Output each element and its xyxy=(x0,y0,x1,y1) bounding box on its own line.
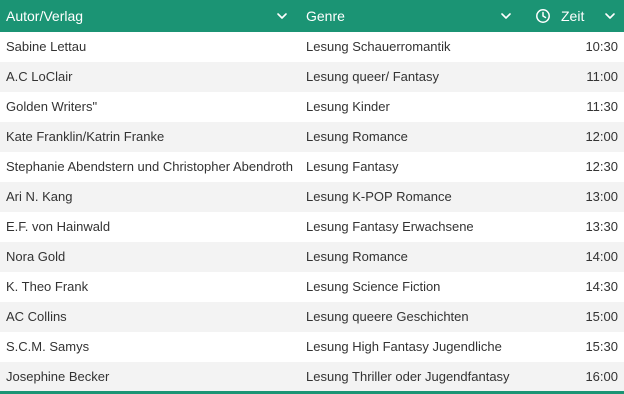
time-cell: 12:30 xyxy=(585,159,618,174)
time-cell: 13:30 xyxy=(585,219,618,234)
time-cell: 11:00 xyxy=(586,69,618,84)
genre-cell: Lesung High Fantasy Jugendliche xyxy=(306,339,502,354)
table-row: K. Theo Frank Lesung Science Fiction 14:30 xyxy=(0,272,624,302)
author-cell: Nora Gold xyxy=(6,249,66,264)
time-cell: 13:00 xyxy=(585,189,618,204)
table-row: Sabine Lettau Lesung Schauerromantik 10:30 xyxy=(0,32,624,62)
column-header-author-label: Autor/Verlag xyxy=(6,8,84,24)
author-cell: K. Theo Frank xyxy=(6,279,89,294)
column-header-time-label: Zeit xyxy=(561,8,585,24)
author-cell: Golden Writers" xyxy=(6,99,98,114)
table-row: Golden Writers" Lesung Kinder 11:30 xyxy=(0,92,624,122)
clock-icon xyxy=(536,9,550,23)
author-cell: Stephanie Abendstern und Christopher Abe… xyxy=(6,159,293,174)
time-cell: 10:30 xyxy=(585,39,618,54)
author-cell: Josephine Becker xyxy=(6,369,110,384)
genre-cell: Lesung queer/ Fantasy xyxy=(306,69,439,84)
genre-cell: Lesung Fantasy xyxy=(306,159,399,174)
time-cell: 16:00 xyxy=(585,369,618,384)
author-cell: S.C.M. Samys xyxy=(6,339,90,354)
time-cell: 14:30 xyxy=(585,279,618,294)
table-row: E.F. von Hainwald Lesung Fantasy Erwachse… xyxy=(0,212,624,242)
author-cell: A.C LoClair xyxy=(6,69,73,84)
column-header-genre[interactable]: Genre xyxy=(299,0,527,32)
time-cell: 15:00 xyxy=(585,309,618,324)
author-cell: Kate Franklin/Katrin Franke xyxy=(6,129,165,144)
author-cell: AC Collins xyxy=(6,309,67,324)
table-row: Ari N. Kang Lesung K-POP Romance 13:00 xyxy=(0,182,624,212)
genre-cell: Lesung Romance xyxy=(306,129,408,144)
chevron-down-icon[interactable] xyxy=(275,9,289,23)
table-body: Sabine Lettau Lesung Schauerromantik 10:30… xyxy=(0,32,624,392)
time-cell: 14:00 xyxy=(585,249,618,264)
column-header-genre-label: Genre xyxy=(306,8,345,24)
genre-cell: Lesung Science Fiction xyxy=(306,279,441,294)
table-row: Josephine Becker Lesung Thriller oder Jug… xyxy=(0,362,624,392)
genre-cell: Lesung Schauerromantik xyxy=(306,39,451,54)
author-cell: Sabine Lettau xyxy=(6,39,87,54)
chevron-down-icon[interactable] xyxy=(499,9,513,23)
table-row: AC Collins Lesung queere Geschichten 15:00 xyxy=(0,302,624,332)
genre-cell: Lesung Kinder xyxy=(306,99,390,114)
genre-cell: Lesung Thriller oder Jugendfantasy xyxy=(306,369,510,384)
author-cell: E.F. von Hainwald xyxy=(6,219,111,234)
table-header: Autor/Verlag Genre Zeit xyxy=(0,0,624,33)
genre-cell: Lesung queere Geschichten xyxy=(306,309,469,324)
chevron-down-icon[interactable] xyxy=(603,9,617,23)
column-header-author[interactable]: Autor/Verlag xyxy=(0,0,299,32)
genre-cell: Lesung Fantasy Erwachsene xyxy=(306,219,474,234)
table-row: Kate Franklin/Katrin Franke Lesung Romanc… xyxy=(0,122,624,152)
column-header-time[interactable]: Zeit xyxy=(527,0,624,32)
genre-cell: Lesung K-POP Romance xyxy=(306,189,452,204)
table-row: A.C LoClair Lesung queer/ Fantasy 11:00 xyxy=(0,62,624,92)
table-row: Stephanie Abendstern und Christopher Abe… xyxy=(0,152,624,182)
time-cell: 12:00 xyxy=(585,129,618,144)
table-row: Nora Gold Lesung Romance 14:00 xyxy=(0,242,624,272)
time-cell: 11:30 xyxy=(586,99,618,114)
schedule-table: Autor/Verlag Genre Zeit Sabine Lettau Les… xyxy=(0,0,624,394)
time-cell: 15:30 xyxy=(585,339,618,354)
author-cell: Ari N. Kang xyxy=(6,189,73,204)
table-row: S.C.M. Samys Lesung High Fantasy Jugendli… xyxy=(0,332,624,362)
genre-cell: Lesung Romance xyxy=(306,249,408,264)
